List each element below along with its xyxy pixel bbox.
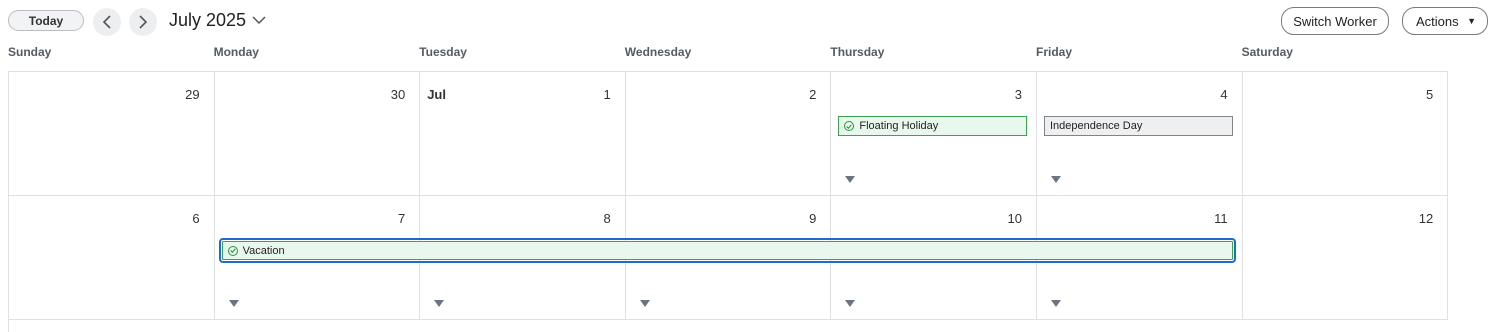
day-number: 30 bbox=[390, 87, 406, 102]
calendar-event[interactable]: Vacation bbox=[218, 238, 1236, 263]
day-cell[interactable]: 6 bbox=[9, 196, 215, 320]
day-cell[interactable]: 30 bbox=[214, 72, 421, 196]
actions-label: Actions bbox=[1416, 13, 1459, 29]
day-number: 1 bbox=[603, 87, 611, 102]
weekday-saturday: Saturday bbox=[1241, 45, 1293, 59]
chevron-right-icon bbox=[139, 15, 148, 29]
chevron-down-icon bbox=[252, 16, 266, 25]
event-label: Vacation bbox=[242, 244, 285, 257]
switch-worker-button[interactable]: Switch Worker bbox=[1281, 7, 1389, 35]
event-label: Independence Day bbox=[1050, 120, 1143, 132]
calendar-event[interactable]: Floating Holiday bbox=[838, 116, 1027, 136]
actions-button[interactable]: Actions ▼ bbox=[1402, 7, 1488, 35]
calendar-grid: 29 30 Jul 1 2 3 4 5 6 7 8 9 10 11 12 bbox=[8, 71, 1449, 332]
day-number: 7 bbox=[397, 211, 406, 226]
day-cell[interactable]: 5 bbox=[1242, 72, 1449, 196]
month-start-label: Jul bbox=[427, 87, 446, 102]
expand-day-icon[interactable] bbox=[845, 300, 856, 307]
day-cell[interactable]: 12 bbox=[1242, 196, 1449, 320]
day-cell[interactable]: 2 bbox=[625, 72, 832, 196]
calendar-event[interactable]: Independence Day bbox=[1044, 116, 1233, 136]
check-circle-icon bbox=[227, 245, 238, 256]
day-cell[interactable]: 29 bbox=[9, 72, 215, 196]
weekday-wednesday: Wednesday bbox=[624, 45, 692, 59]
weekday-tuesday: Tuesday bbox=[419, 45, 467, 59]
day-number: 29 bbox=[185, 87, 200, 102]
expand-day-icon[interactable] bbox=[639, 300, 650, 307]
caret-down-icon: ▼ bbox=[1467, 16, 1476, 26]
expand-day-icon[interactable] bbox=[1051, 176, 1061, 183]
check-circle-icon bbox=[844, 121, 855, 131]
day-number: 10 bbox=[1007, 211, 1022, 226]
month-label: July 2025 bbox=[169, 10, 247, 30]
day-number: 2 bbox=[809, 87, 817, 102]
event-label: Floating Holiday bbox=[859, 120, 939, 132]
weekday-sunday: Sunday bbox=[8, 45, 52, 59]
weekday-friday: Friday bbox=[1036, 45, 1073, 59]
today-button[interactable]: Today bbox=[8, 10, 84, 31]
day-number: 12 bbox=[1418, 211, 1434, 226]
day-cell[interactable]: Jul 1 bbox=[420, 72, 626, 196]
weekday-monday: Monday bbox=[213, 45, 259, 59]
weekday-thursday: Thursday bbox=[830, 45, 885, 59]
day-number: 9 bbox=[809, 211, 817, 226]
previous-month-button[interactable] bbox=[93, 8, 121, 36]
day-number: 11 bbox=[1214, 211, 1228, 226]
expand-day-icon[interactable] bbox=[1051, 300, 1061, 307]
chevron-left-icon bbox=[102, 15, 111, 29]
day-number: 3 bbox=[1014, 87, 1022, 102]
next-month-button[interactable] bbox=[129, 8, 157, 36]
day-number: 4 bbox=[1220, 87, 1228, 102]
day-number: 5 bbox=[1425, 87, 1434, 102]
month-selector[interactable]: July 2025 bbox=[169, 10, 266, 31]
expand-day-icon[interactable] bbox=[845, 176, 856, 183]
expand-day-icon[interactable] bbox=[228, 300, 239, 307]
day-number: 8 bbox=[603, 211, 611, 226]
expand-day-icon[interactable] bbox=[434, 300, 445, 307]
day-number: 6 bbox=[192, 211, 200, 226]
